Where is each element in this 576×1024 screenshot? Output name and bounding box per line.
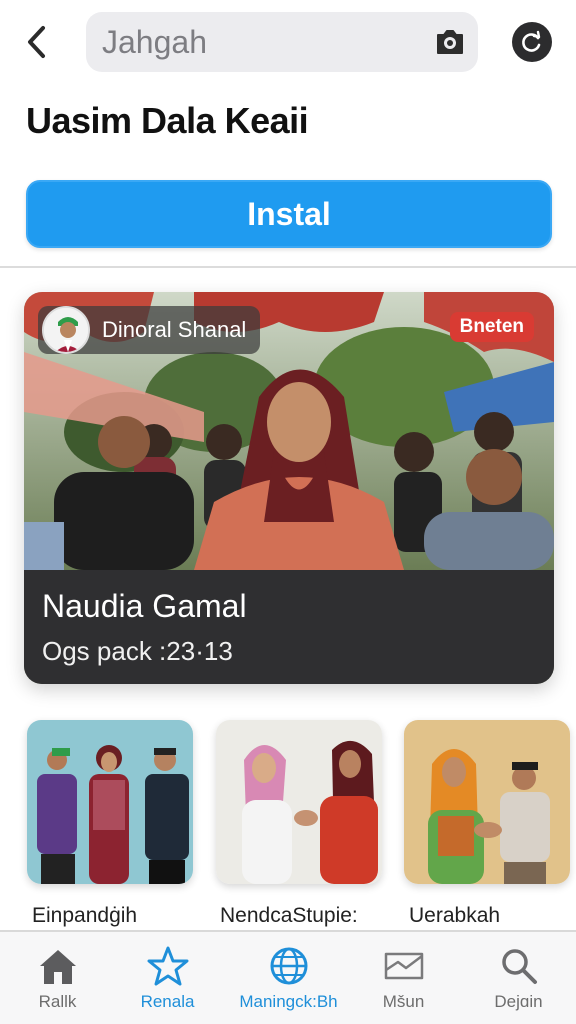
thumbnail-3[interactable] — [404, 720, 570, 884]
nav-item-star[interactable]: Renala — [110, 932, 225, 1024]
featured-title: Naudia Gamal — [42, 588, 247, 624]
nav-item-search[interactable]: Dejɑin — [461, 932, 576, 1024]
thumbnail-image — [216, 720, 382, 884]
featured-meta: Ogs pack :23·13 — [42, 636, 233, 666]
divider — [0, 266, 576, 268]
nav-item-globe[interactable]: Maningck:Bh — [231, 932, 346, 1024]
search-icon — [501, 949, 537, 984]
nav-label: Maningck:Bh — [239, 992, 338, 1011]
camera-button[interactable] — [434, 26, 466, 58]
refresh-icon — [522, 30, 541, 52]
nav-label: Mšun — [382, 992, 425, 1011]
creator-avatar — [42, 306, 90, 354]
search-bar[interactable] — [86, 12, 478, 72]
thumbnail-2[interactable] — [216, 720, 382, 884]
featured-info: Naudia Gamal Ogs pack :23·13 — [24, 570, 554, 684]
thumbnail-label: Einpandġih — [32, 904, 138, 927]
globe-icon — [270, 947, 307, 985]
thumbnail-label: Uerabkah — [409, 904, 501, 927]
thumbnail-image — [27, 720, 193, 884]
camera-icon — [437, 30, 463, 54]
back-button[interactable] — [18, 20, 54, 64]
featured-card[interactable]: Dinoral Shanal Bneten Naudia Gamal Ogs p… — [24, 292, 554, 684]
star-icon — [147, 946, 188, 986]
thumbnail-label: NendcaStupie: — [220, 904, 358, 927]
nav-item-home[interactable]: Rallk — [0, 932, 115, 1024]
creator-chip[interactable]: Dinoral Shanal — [38, 306, 261, 354]
thumbnail-image — [404, 720, 570, 884]
refresh-button[interactable] — [512, 22, 552, 62]
install-button[interactable]: Instal — [26, 180, 552, 248]
message-icon — [384, 952, 423, 980]
nav-item-messages[interactable]: Mšun — [346, 932, 461, 1024]
nav-label: Rallk — [38, 992, 77, 1011]
home-icon — [39, 950, 76, 984]
chevron-left-icon — [28, 26, 45, 58]
nav-label: Renala — [140, 992, 195, 1011]
search-input[interactable] — [102, 12, 422, 72]
creator-name: Dinoral Shanal — [102, 317, 247, 342]
top-bar — [0, 0, 576, 88]
status-badge: Bneten — [449, 312, 534, 342]
thumbnail-1[interactable] — [27, 720, 193, 884]
bottom-nav: Rallk Renala Maningck:Bh Mšun Dejɑin — [0, 930, 576, 1024]
nav-label: Dejɑin — [494, 992, 543, 1011]
page-title: Uasim Dala Keaii — [26, 100, 309, 141]
